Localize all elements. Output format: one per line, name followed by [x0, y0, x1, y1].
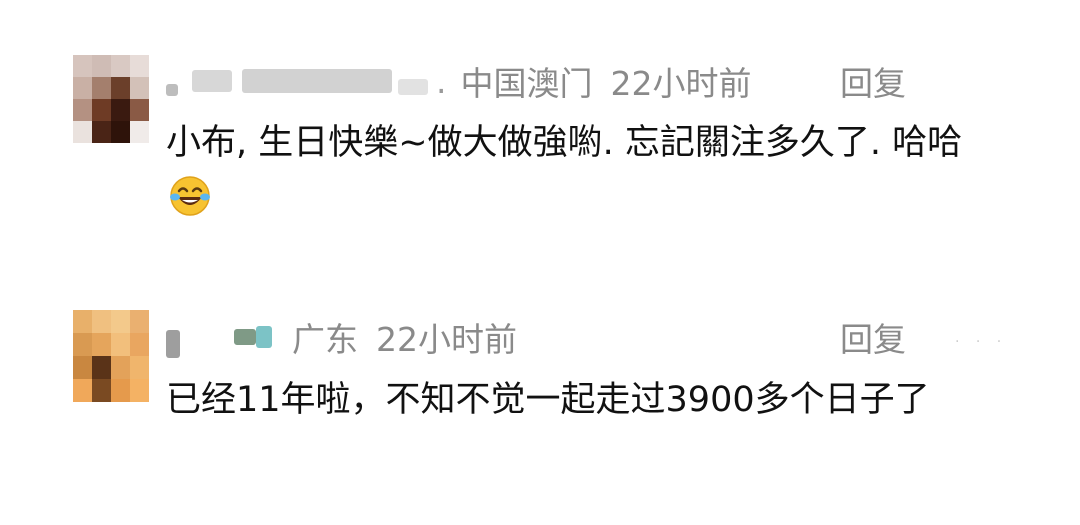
reply-button[interactable]: 回复	[840, 313, 906, 361]
username-blurred	[234, 329, 256, 345]
laughing-tears-icon	[168, 174, 212, 218]
comment-text-content: 已经11年啦，不知不觉一起走过3900多个日子了	[166, 380, 930, 420]
location-label: 广东	[292, 320, 358, 359]
username-blurred	[166, 84, 178, 96]
username-blurred	[398, 79, 428, 95]
comment-meta: 广东 22小时前	[166, 313, 517, 361]
username-blurred	[256, 326, 272, 348]
username-blurred	[166, 330, 180, 358]
more-dots-icon[interactable]: . . .	[955, 330, 1007, 346]
comment-text-content: 小布, 生日快樂~做大做強喲. 忘記關注多久了. 哈哈	[166, 123, 963, 163]
reply-button[interactable]: 回复	[840, 57, 906, 105]
comment-text: 已经11年啦，不知不觉一起走过3900多个日子了	[166, 372, 1026, 428]
timestamp: 22小时前	[610, 64, 752, 103]
username-blurred	[242, 69, 392, 93]
username-blurred	[192, 70, 232, 92]
avatar[interactable]	[73, 310, 149, 402]
comment-item: 广东 22小时前 回复 . . . 已经11年啦，不知不觉一起走过3900多个日…	[0, 260, 1080, 525]
comment-text: 小布, 生日快樂~做大做強喲. 忘記關注多久了. 哈哈	[166, 115, 966, 227]
comment-meta: . 中国澳门 22小时前	[166, 57, 752, 105]
avatar[interactable]	[73, 55, 149, 143]
meta-separator: .	[436, 61, 447, 101]
timestamp: 22小时前	[376, 320, 517, 359]
location-label: 中国澳门	[460, 64, 593, 103]
comment-item: . 中国澳门 22小时前 回复 小布, 生日快樂~做大做強喲. 忘記關注多久了.…	[0, 0, 1080, 260]
